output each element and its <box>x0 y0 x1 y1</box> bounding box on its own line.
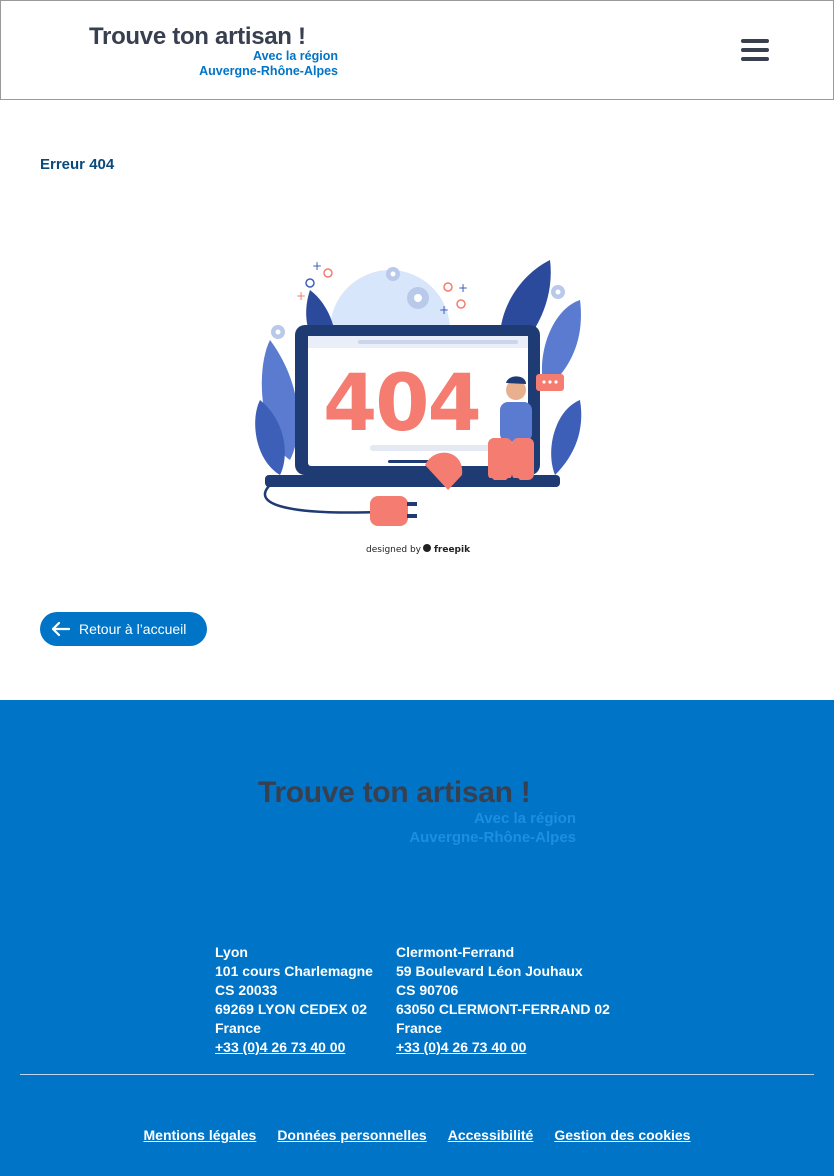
menu-bar <box>741 48 769 52</box>
svg-text:+: + <box>439 303 449 317</box>
site-header: Trouve ton artisan ! Avec la région Auve… <box>0 0 834 100</box>
hamburger-menu-icon[interactable] <box>741 39 769 63</box>
link-gestion-cookies[interactable]: Gestion des cookies <box>554 1127 690 1143</box>
footer-logo-subtitle-2: Auvergne-Rhône-Alpes <box>409 829 576 846</box>
link-mentions-legales[interactable]: Mentions légales <box>144 1127 257 1143</box>
address-lyon: Lyon 101 cours Charlemagne CS 20033 6926… <box>215 943 373 1057</box>
page-title: Erreur 404 <box>40 156 115 173</box>
address-clermont-ferrand: Clermont-Ferrand 59 Boulevard Léon Jouha… <box>396 943 610 1057</box>
link-accessibilite[interactable]: Accessibilité <box>448 1127 534 1143</box>
error-404-illustration: + + + + 404 designed by freepik <box>250 250 590 560</box>
site-footer: Trouve ton artisan ! Avec la région Auve… <box>0 700 834 1176</box>
address-city: Clermont-Ferrand <box>396 944 515 960</box>
logo-subtitle-2: Auvergne-Rhône-Alpes <box>199 64 338 78</box>
back-home-label: Retour à l’accueil <box>79 621 187 637</box>
svg-text:+: + <box>296 289 306 303</box>
logo-title: Trouve ton artisan ! <box>89 23 306 50</box>
footer-logo-title: Trouve ton artisan ! <box>258 776 531 809</box>
arrow-left-icon <box>51 621 71 637</box>
illustration-credit-prefix: designed by <box>366 545 422 555</box>
back-home-button[interactable]: Retour à l’accueil <box>40 612 207 646</box>
footer-logo[interactable]: Trouve ton artisan ! Avec la région Auve… <box>258 776 578 846</box>
phone-link-clermont[interactable]: +33 (0)4 26 73 40 00 <box>396 1039 526 1055</box>
address-country: France <box>215 1020 261 1036</box>
link-donnees-personnelles[interactable]: Données personnelles <box>277 1127 426 1143</box>
menu-bar <box>741 39 769 43</box>
svg-text:+: + <box>458 281 468 295</box>
address-box: CS 20033 <box>215 982 278 998</box>
footer-logo-subtitle-1: Avec la région <box>474 810 576 827</box>
address-box: CS 90706 <box>396 982 459 998</box>
address-street: 59 Boulevard Léon Jouhaux <box>396 963 583 979</box>
address-country: France <box>396 1020 442 1036</box>
logo-subtitle-1: Avec la région <box>253 49 338 63</box>
svg-text:+: + <box>312 259 322 273</box>
address-postal: 69269 LYON CEDEX 02 <box>215 1001 368 1017</box>
address-street: 101 cours Charlemagne <box>215 963 373 979</box>
phone-link-lyon[interactable]: +33 (0)4 26 73 40 00 <box>215 1039 345 1055</box>
menu-bar <box>741 57 769 61</box>
illustration-credit-brand: freepik <box>434 545 471 555</box>
site-logo[interactable]: Trouve ton artisan ! Avec la région Auve… <box>89 23 349 79</box>
address-city: Lyon <box>215 944 248 960</box>
footer-divider <box>20 1074 814 1075</box>
footer-links: Mentions légales Données personnelles Ac… <box>0 1127 834 1143</box>
illustration-404-text: 404 <box>323 359 480 449</box>
address-postal: 63050 CLERMONT-FERRAND 02 <box>396 1001 610 1017</box>
